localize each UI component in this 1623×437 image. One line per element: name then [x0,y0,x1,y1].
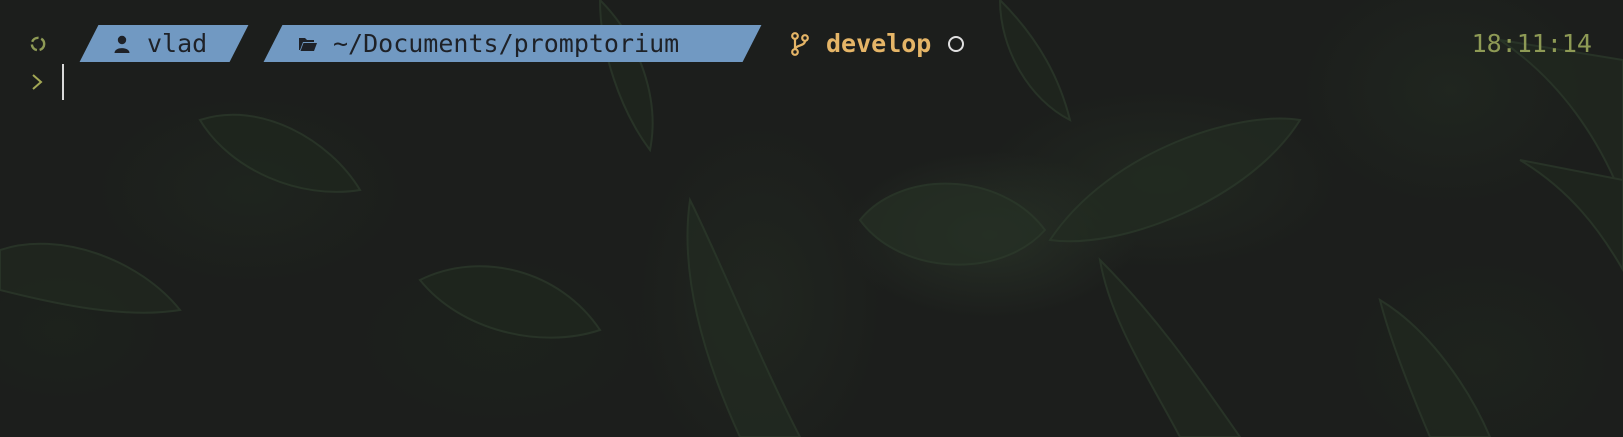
terminal-window[interactable]: vlad ~/Documents/promptorium develop 18:… [0,0,1623,437]
recycle-icon [30,36,46,52]
path-segment: ~/Documents/promptorium [263,25,762,62]
text-cursor [62,64,64,100]
command-input-line[interactable] [0,64,1623,100]
current-directory-path: ~/Documents/promptorium [333,29,680,58]
git-branch-icon [791,31,809,56]
prompt-time: 18:11:14 [1471,29,1592,58]
git-segment: develop [790,25,965,62]
clean-circle-icon [948,35,965,52]
person-icon [114,35,130,53]
user-segment: vlad [79,25,249,62]
prompt-line: vlad ~/Documents/promptorium develop 18:… [0,25,1623,62]
chevron-right-icon [32,74,43,90]
git-branch-name: develop [826,29,932,58]
open-folder-icon [299,37,317,51]
username: vlad [147,29,208,58]
